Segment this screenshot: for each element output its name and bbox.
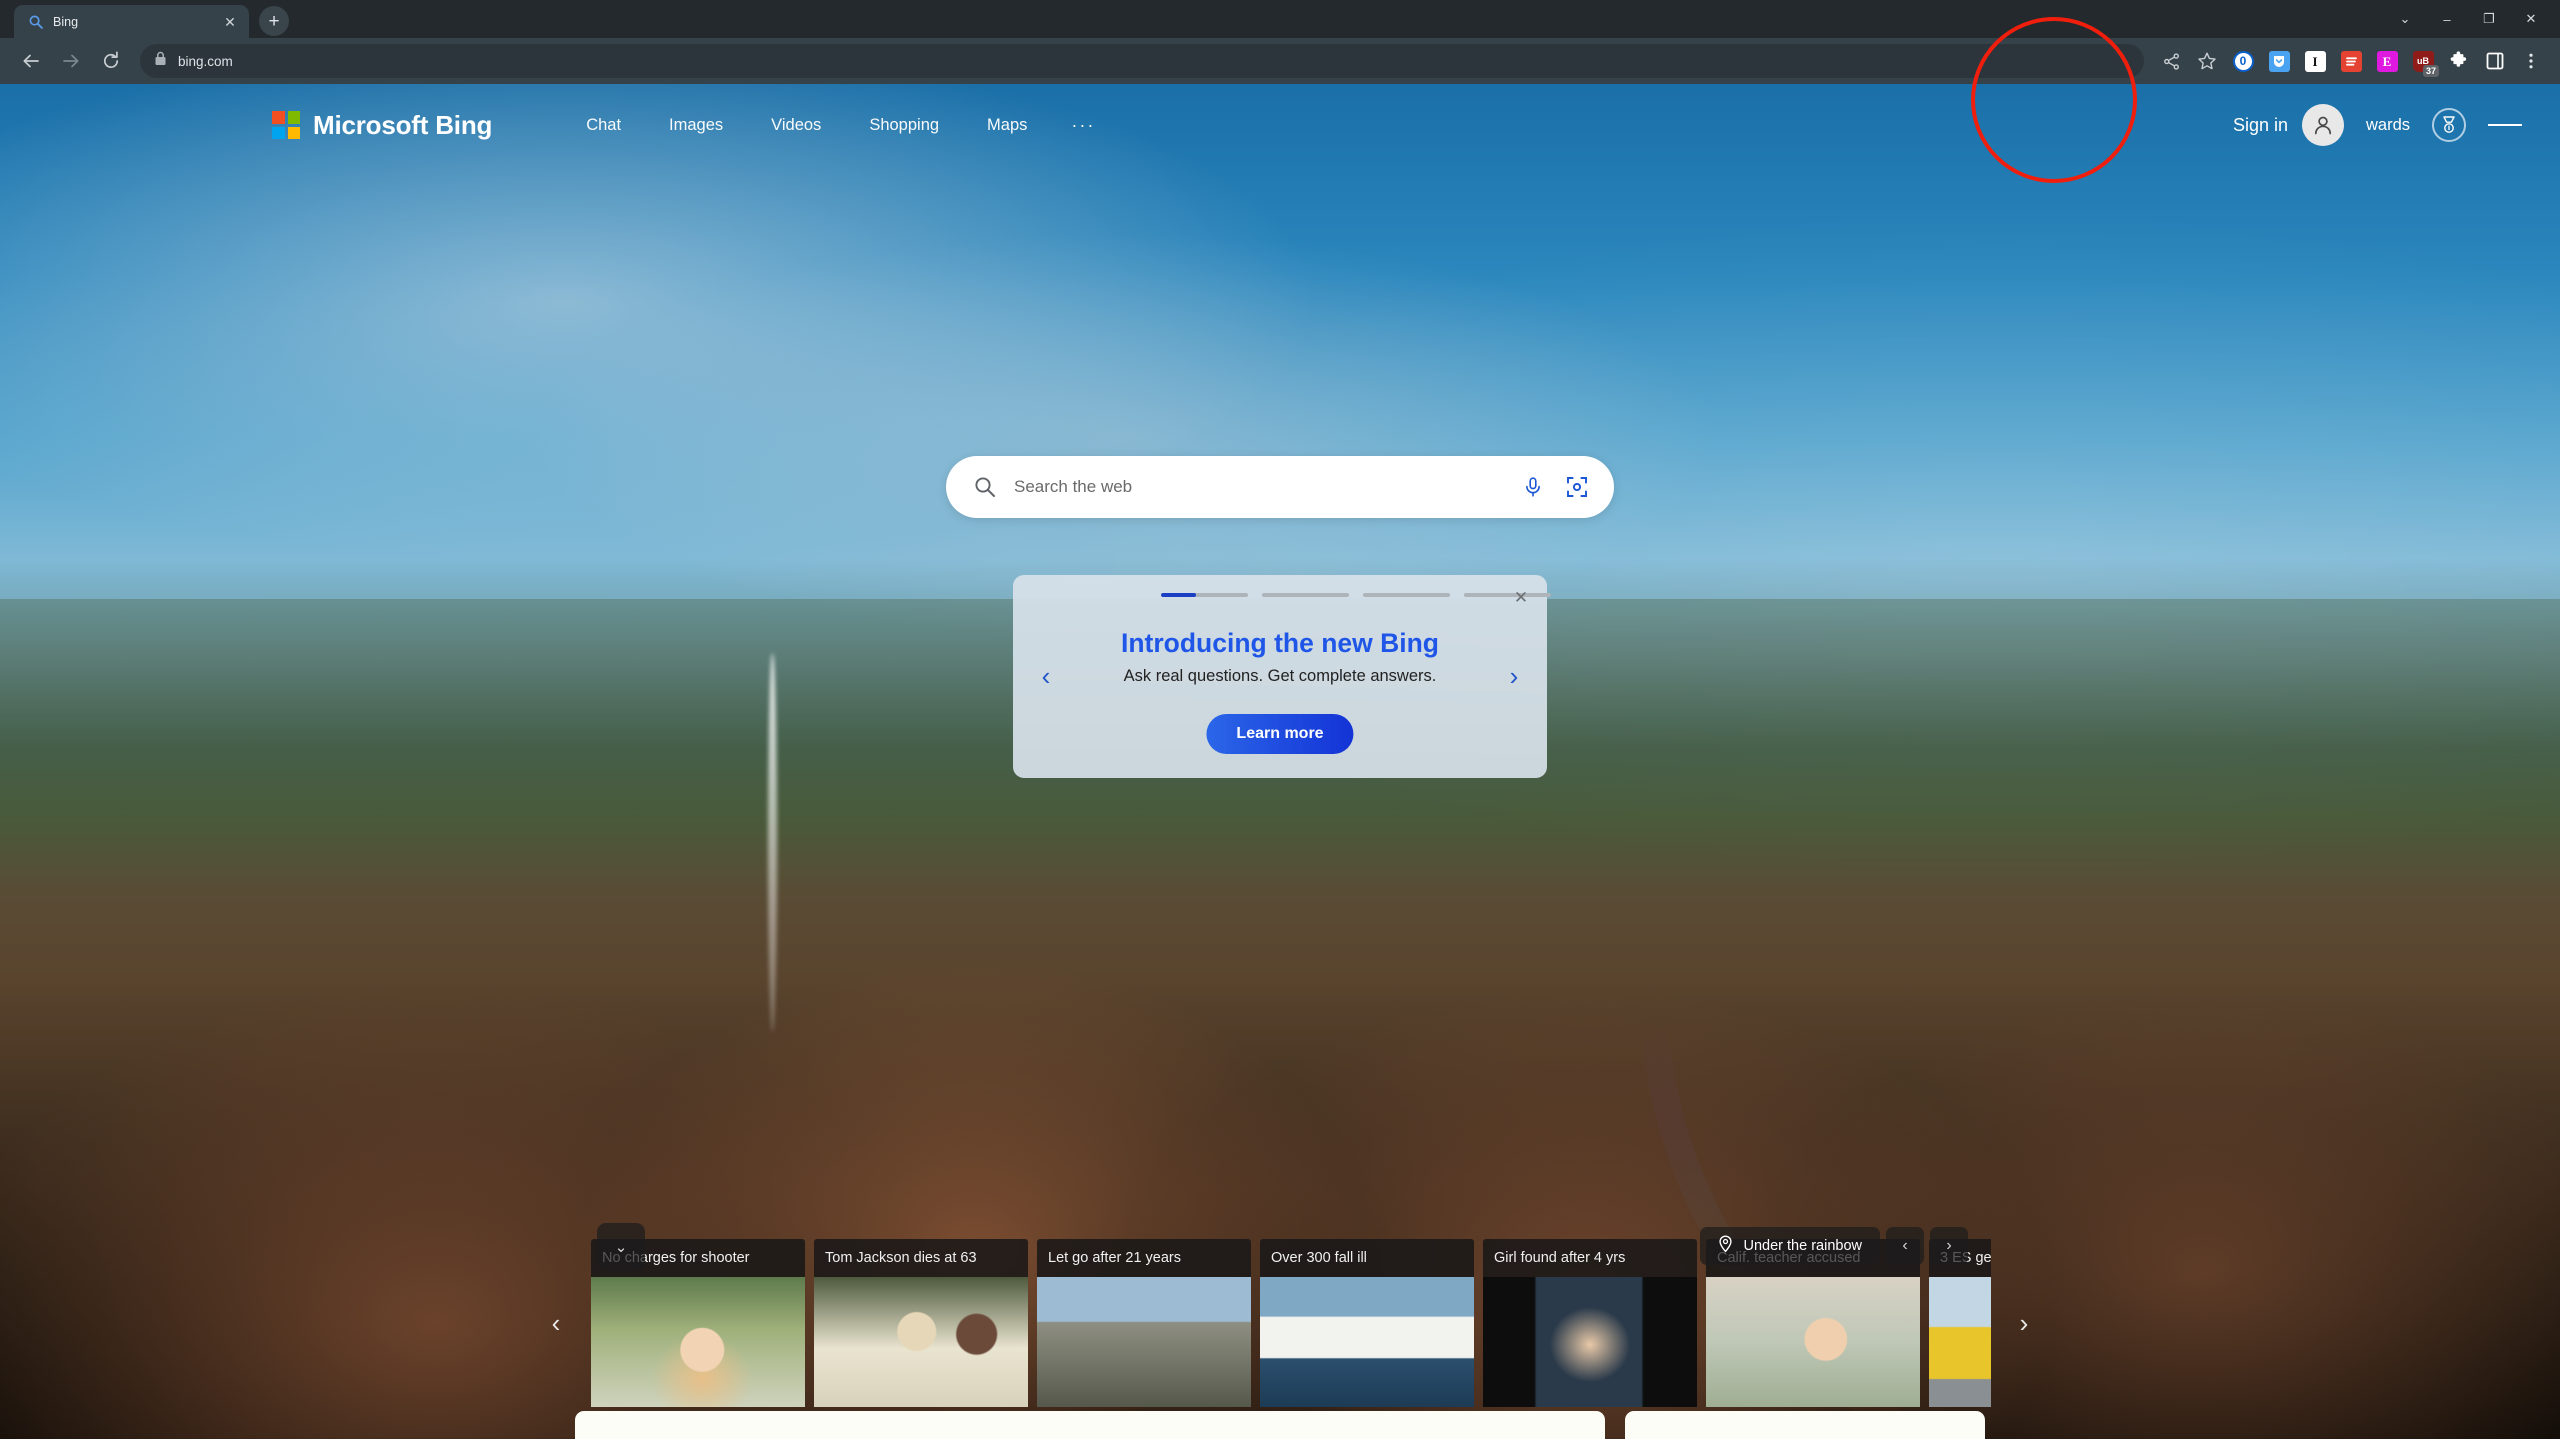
carousel-next-button[interactable]: › bbox=[1996, 1239, 2052, 1407]
extension-instapaper-label: I bbox=[2304, 50, 2326, 72]
back-arrow-icon[interactable] bbox=[12, 42, 50, 80]
browser-tab[interactable]: Bing ✕ bbox=[14, 5, 249, 38]
extension-pocket-icon[interactable] bbox=[2262, 44, 2296, 78]
promo-title: Introducing the new Bing bbox=[1121, 628, 1439, 658]
news-thumbnail bbox=[1483, 1277, 1697, 1407]
feed-cards-peek bbox=[0, 1411, 2560, 1439]
nav-item-images[interactable]: Images bbox=[645, 108, 747, 143]
news-thumbnail bbox=[814, 1277, 1028, 1407]
news-headline: Girl found after 4 yrs bbox=[1483, 1239, 1697, 1277]
news-card[interactable]: Over 300 fall ill bbox=[1260, 1239, 1474, 1407]
url-text: bing.com bbox=[178, 53, 233, 69]
news-card[interactable]: Let go after 21 years bbox=[1037, 1239, 1251, 1407]
attribution-pill[interactable]: Under the rainbow bbox=[1699, 1227, 1880, 1265]
nav-item-more[interactable]: ··· bbox=[1051, 107, 1115, 144]
sign-in-button[interactable]: Sign in bbox=[2233, 104, 2344, 146]
sign-in-label: Sign in bbox=[2232, 114, 2288, 135]
sidebar-icon[interactable] bbox=[2478, 44, 2512, 78]
window-close-icon[interactable]: ✕ bbox=[2512, 3, 2550, 35]
news-card[interactable]: Girl found after 4 yrs bbox=[1483, 1239, 1697, 1407]
promo-progress-segment[interactable] bbox=[1464, 593, 1551, 597]
extension-ublock-icon[interactable]: uB 37 bbox=[2406, 44, 2440, 78]
browser-window: Bing ✕ + ⌄ – ❐ ✕ bing.com 0 I E uB 37 Mi… bbox=[0, 0, 2560, 1439]
attribution-next-button[interactable]: › bbox=[1930, 1227, 1968, 1265]
extension-opera-label: 0 bbox=[2234, 52, 2252, 70]
nav-item-chat[interactable]: Chat bbox=[562, 108, 645, 143]
promo-subtitle: Ask real questions. Get complete answers… bbox=[1123, 667, 1437, 685]
chevron-down-icon[interactable]: ⌄ bbox=[2386, 3, 2424, 35]
forward-arrow-icon[interactable] bbox=[52, 42, 90, 80]
close-icon[interactable]: ✕ bbox=[221, 13, 239, 31]
tab-title: Bing bbox=[53, 14, 79, 29]
promo-card: ✕ ‹ › Introducing the new Bing Ask real … bbox=[1013, 575, 1551, 778]
avatar[interactable] bbox=[2301, 104, 2344, 146]
search-icon bbox=[28, 14, 44, 30]
waterfall-decoration bbox=[768, 653, 777, 1033]
promo-progress bbox=[1161, 593, 1551, 597]
news-thumbnail bbox=[591, 1277, 805, 1407]
extension-todoist-icon[interactable] bbox=[2334, 44, 2368, 78]
toolbar-icon-group: 0 I E uB 37 bbox=[2154, 44, 2548, 78]
attribution-prev-button[interactable]: ‹ bbox=[1886, 1227, 1924, 1265]
news-headline: Let go after 21 years bbox=[1037, 1239, 1251, 1277]
rewards-label[interactable]: wards bbox=[2366, 116, 2410, 135]
browser-toolbar: bing.com 0 I E uB 37 bbox=[0, 38, 2560, 84]
learn-more-button[interactable]: Learn more bbox=[1206, 714, 1354, 754]
visual-search-icon[interactable] bbox=[1562, 472, 1592, 502]
bing-logo[interactable]: Microsoft Bing bbox=[272, 110, 492, 141]
attribution-caption: Under the rainbow bbox=[1743, 1238, 1863, 1254]
bookmark-star-icon[interactable] bbox=[2190, 44, 2224, 78]
extensions-puzzle-icon[interactable] bbox=[2442, 44, 2476, 78]
extension-instapaper-icon[interactable]: I bbox=[2298, 44, 2332, 78]
bing-wordmark: Microsoft Bing bbox=[313, 109, 493, 140]
bing-header: Microsoft Bing Chat Images Videos Shoppi… bbox=[0, 84, 2560, 166]
news-thumbnail bbox=[1037, 1277, 1251, 1407]
share-icon[interactable] bbox=[2154, 44, 2188, 78]
rewards-medal-icon[interactable] bbox=[2432, 108, 2466, 142]
bing-homepage: Microsoft Bing Chat Images Videos Shoppi… bbox=[0, 84, 2560, 1439]
new-tab-button[interactable]: + bbox=[259, 6, 289, 36]
feed-card[interactable] bbox=[1625, 1411, 1985, 1439]
news-headline: Over 300 fall ill bbox=[1260, 1239, 1474, 1277]
nav-item-videos[interactable]: Videos bbox=[747, 108, 845, 143]
lock-icon bbox=[154, 51, 167, 71]
microphone-icon[interactable] bbox=[1518, 472, 1548, 502]
extension-badge-count: 37 bbox=[2422, 65, 2439, 77]
reload-icon[interactable] bbox=[92, 42, 130, 80]
window-controls: ⌄ – ❐ ✕ bbox=[2386, 0, 2560, 38]
microsoft-squares-icon bbox=[272, 111, 300, 139]
bing-header-right: Sign in wards bbox=[2233, 104, 2522, 146]
search-input[interactable]: Search the web bbox=[1014, 477, 1504, 497]
news-thumbnail bbox=[1260, 1277, 1474, 1407]
close-icon[interactable]: ✕ bbox=[1509, 585, 1533, 609]
extension-evernote-label: E bbox=[2376, 50, 2398, 72]
maximize-icon[interactable]: ❐ bbox=[2470, 3, 2508, 35]
hamburger-menu-icon[interactable] bbox=[2488, 108, 2522, 142]
nav-item-maps[interactable]: Maps bbox=[963, 108, 1051, 143]
search-icon bbox=[970, 472, 1000, 502]
promo-progress-segment[interactable] bbox=[1262, 593, 1349, 597]
feed-card[interactable] bbox=[575, 1411, 1605, 1439]
promo-progress-segment[interactable] bbox=[1161, 593, 1248, 597]
nav-item-shopping[interactable]: Shopping bbox=[845, 108, 963, 143]
news-card[interactable]: Tom Jackson dies at 63 bbox=[814, 1239, 1028, 1407]
chevron-down-icon[interactable]: ⌄ bbox=[597, 1223, 645, 1271]
extension-evernote-icon[interactable]: E bbox=[2370, 44, 2404, 78]
image-attribution: Under the rainbow ‹ › bbox=[1699, 1227, 1968, 1265]
search-box[interactable]: Search the web bbox=[946, 456, 1614, 518]
location-pin-icon bbox=[1718, 1235, 1733, 1257]
extension-opera-icon[interactable]: 0 bbox=[2226, 44, 2260, 78]
tab-strip: Bing ✕ + ⌄ – ❐ ✕ bbox=[0, 0, 2560, 38]
news-headline: Tom Jackson dies at 63 bbox=[814, 1239, 1028, 1277]
promo-progress-segment[interactable] bbox=[1363, 593, 1450, 597]
carousel-prev-button[interactable]: ‹ bbox=[528, 1239, 584, 1407]
news-thumbnail bbox=[1706, 1277, 1920, 1407]
address-bar[interactable]: bing.com bbox=[140, 44, 2144, 78]
bing-nav: Chat Images Videos Shopping Maps ··· bbox=[562, 107, 1115, 144]
chrome-menu-icon[interactable] bbox=[2514, 44, 2548, 78]
news-thumbnail bbox=[1929, 1277, 1991, 1407]
minimize-icon[interactable]: – bbox=[2428, 3, 2466, 35]
